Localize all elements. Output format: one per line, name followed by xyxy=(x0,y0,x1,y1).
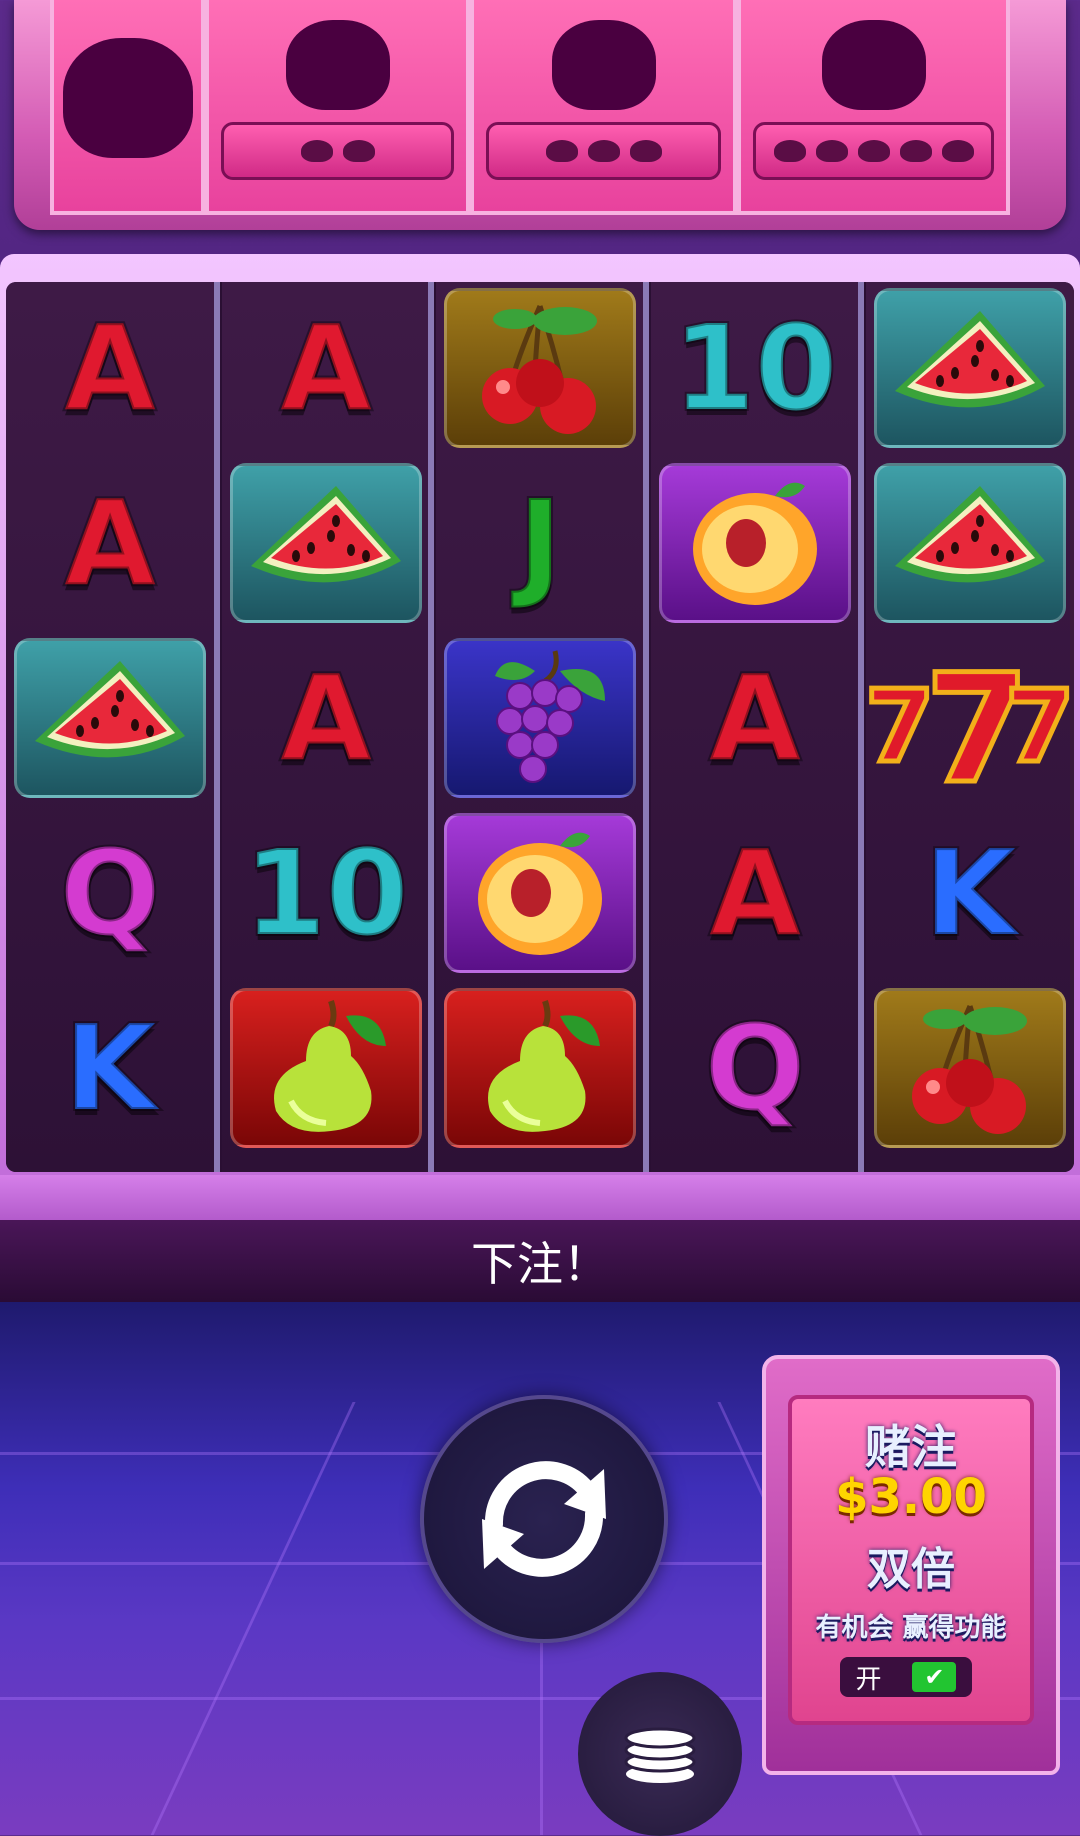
jackpot-bar xyxy=(753,122,994,180)
jackpot-pip xyxy=(545,140,578,162)
jackpot-bar xyxy=(221,122,454,180)
peach-icon xyxy=(680,471,830,615)
symbol-letter: 10 xyxy=(242,824,410,962)
jackpot-2 xyxy=(205,0,470,215)
coins-icon xyxy=(624,1727,696,1783)
symbol-grapes xyxy=(440,634,640,802)
symbol-pear xyxy=(226,984,426,1152)
grapes-icon xyxy=(465,641,615,795)
jackpot-silhouette-icon xyxy=(551,20,656,110)
symbol-peach xyxy=(440,809,640,977)
jackpot-pip xyxy=(857,140,890,162)
symbol-letter: A xyxy=(278,299,373,437)
cherry-icon xyxy=(895,991,1045,1145)
symbol-watermelon xyxy=(10,634,210,802)
symbol-a: A xyxy=(10,459,210,627)
symbol-letter: Q xyxy=(703,999,807,1137)
refresh-icon xyxy=(482,1461,606,1577)
ante-title: 赌注 xyxy=(865,1420,957,1474)
jackpot-1 xyxy=(50,0,205,215)
symbol-letter: A xyxy=(62,299,157,437)
jackpot-silhouette-icon xyxy=(62,38,193,158)
symbol-q: Q xyxy=(655,984,855,1152)
reel-separator xyxy=(643,282,649,1172)
jackpot-pip xyxy=(300,140,333,162)
symbol-a: A xyxy=(10,284,210,452)
jackpot-pip xyxy=(587,140,620,162)
symbol-letter: A xyxy=(278,649,373,787)
jackpot-pip xyxy=(629,140,662,162)
symbol-k: K xyxy=(10,984,210,1152)
symbol-seven: 777 xyxy=(863,634,1075,820)
symbol-cherry xyxy=(870,984,1070,1152)
toggle-label: 开 xyxy=(855,1664,882,1695)
jackpot-pip xyxy=(899,140,932,162)
spin-button[interactable] xyxy=(420,1395,668,1643)
symbol-watermelon xyxy=(870,284,1070,452)
symbol-peach xyxy=(655,459,855,627)
pear-icon xyxy=(465,991,615,1145)
ante-bet-panel[interactable]: 赌注 $3.00 双倍 有机会 赢得功能 开 ✔ xyxy=(762,1355,1060,1775)
pear-icon xyxy=(251,991,401,1145)
symbol-j: J xyxy=(440,459,640,627)
bet-coins-button[interactable] xyxy=(578,1672,742,1836)
message-bar: 下注！ xyxy=(0,1220,1080,1302)
symbol-letter: A xyxy=(707,649,802,787)
symbol-a: A xyxy=(226,284,426,452)
reel-separator xyxy=(858,282,864,1172)
reel-grid: A A Q K A A 10 J 10 A A Q 7 7 7 K xyxy=(6,282,1074,1172)
symbol-letter: A xyxy=(707,824,802,962)
symbol-cherry xyxy=(440,284,640,452)
peach-icon xyxy=(465,821,615,965)
ante-amount: $3.00 xyxy=(835,1469,987,1525)
ante-chance-text: 有机会 赢得功能 xyxy=(815,1613,1007,1643)
ante-toggle[interactable]: 开 ✔ xyxy=(840,1657,972,1697)
symbol-letter: J xyxy=(516,474,564,612)
reel-separator xyxy=(428,282,434,1172)
svg-text:7: 7 xyxy=(1005,668,1074,785)
symbol-watermelon xyxy=(870,459,1070,627)
symbol-pear xyxy=(440,984,640,1152)
symbol-letter: K xyxy=(922,824,1017,962)
status-message: 下注！ xyxy=(471,1237,609,1291)
jackpot-silhouette-icon xyxy=(821,20,926,110)
jackpot-bar xyxy=(486,122,721,180)
symbol-letter: 10 xyxy=(671,299,839,437)
reel-separator xyxy=(214,282,220,1172)
symbol-10: 10 xyxy=(655,284,855,452)
check-icon: ✔ xyxy=(912,1662,957,1692)
symbol-letter: A xyxy=(62,474,157,612)
jackpot-pip xyxy=(773,140,806,162)
symbol-q: Q xyxy=(10,809,210,977)
symbol-10: 10 xyxy=(226,809,426,977)
jackpot-pip xyxy=(342,140,375,162)
symbol-a: A xyxy=(226,634,426,802)
watermelon-icon xyxy=(25,651,195,785)
symbol-a: A xyxy=(655,809,855,977)
symbol-k: K xyxy=(870,809,1070,977)
symbol-a: A xyxy=(655,634,855,802)
jackpot-3 xyxy=(470,0,737,215)
cherry-icon xyxy=(465,291,615,445)
symbol-letter: K xyxy=(62,999,157,1137)
ante-double: 双倍 xyxy=(867,1544,955,1595)
symbol-watermelon xyxy=(226,459,426,627)
watermelon-icon xyxy=(241,476,411,610)
seven-icon: 777 xyxy=(863,631,1075,820)
jackpot-pip xyxy=(815,140,848,162)
jackpot-silhouette-icon xyxy=(285,20,390,110)
watermelon-icon xyxy=(885,476,1055,610)
jackpot-4 xyxy=(737,0,1010,215)
symbol-letter: Q xyxy=(58,824,162,962)
jackpot-pip xyxy=(941,140,974,162)
watermelon-icon xyxy=(885,301,1055,435)
